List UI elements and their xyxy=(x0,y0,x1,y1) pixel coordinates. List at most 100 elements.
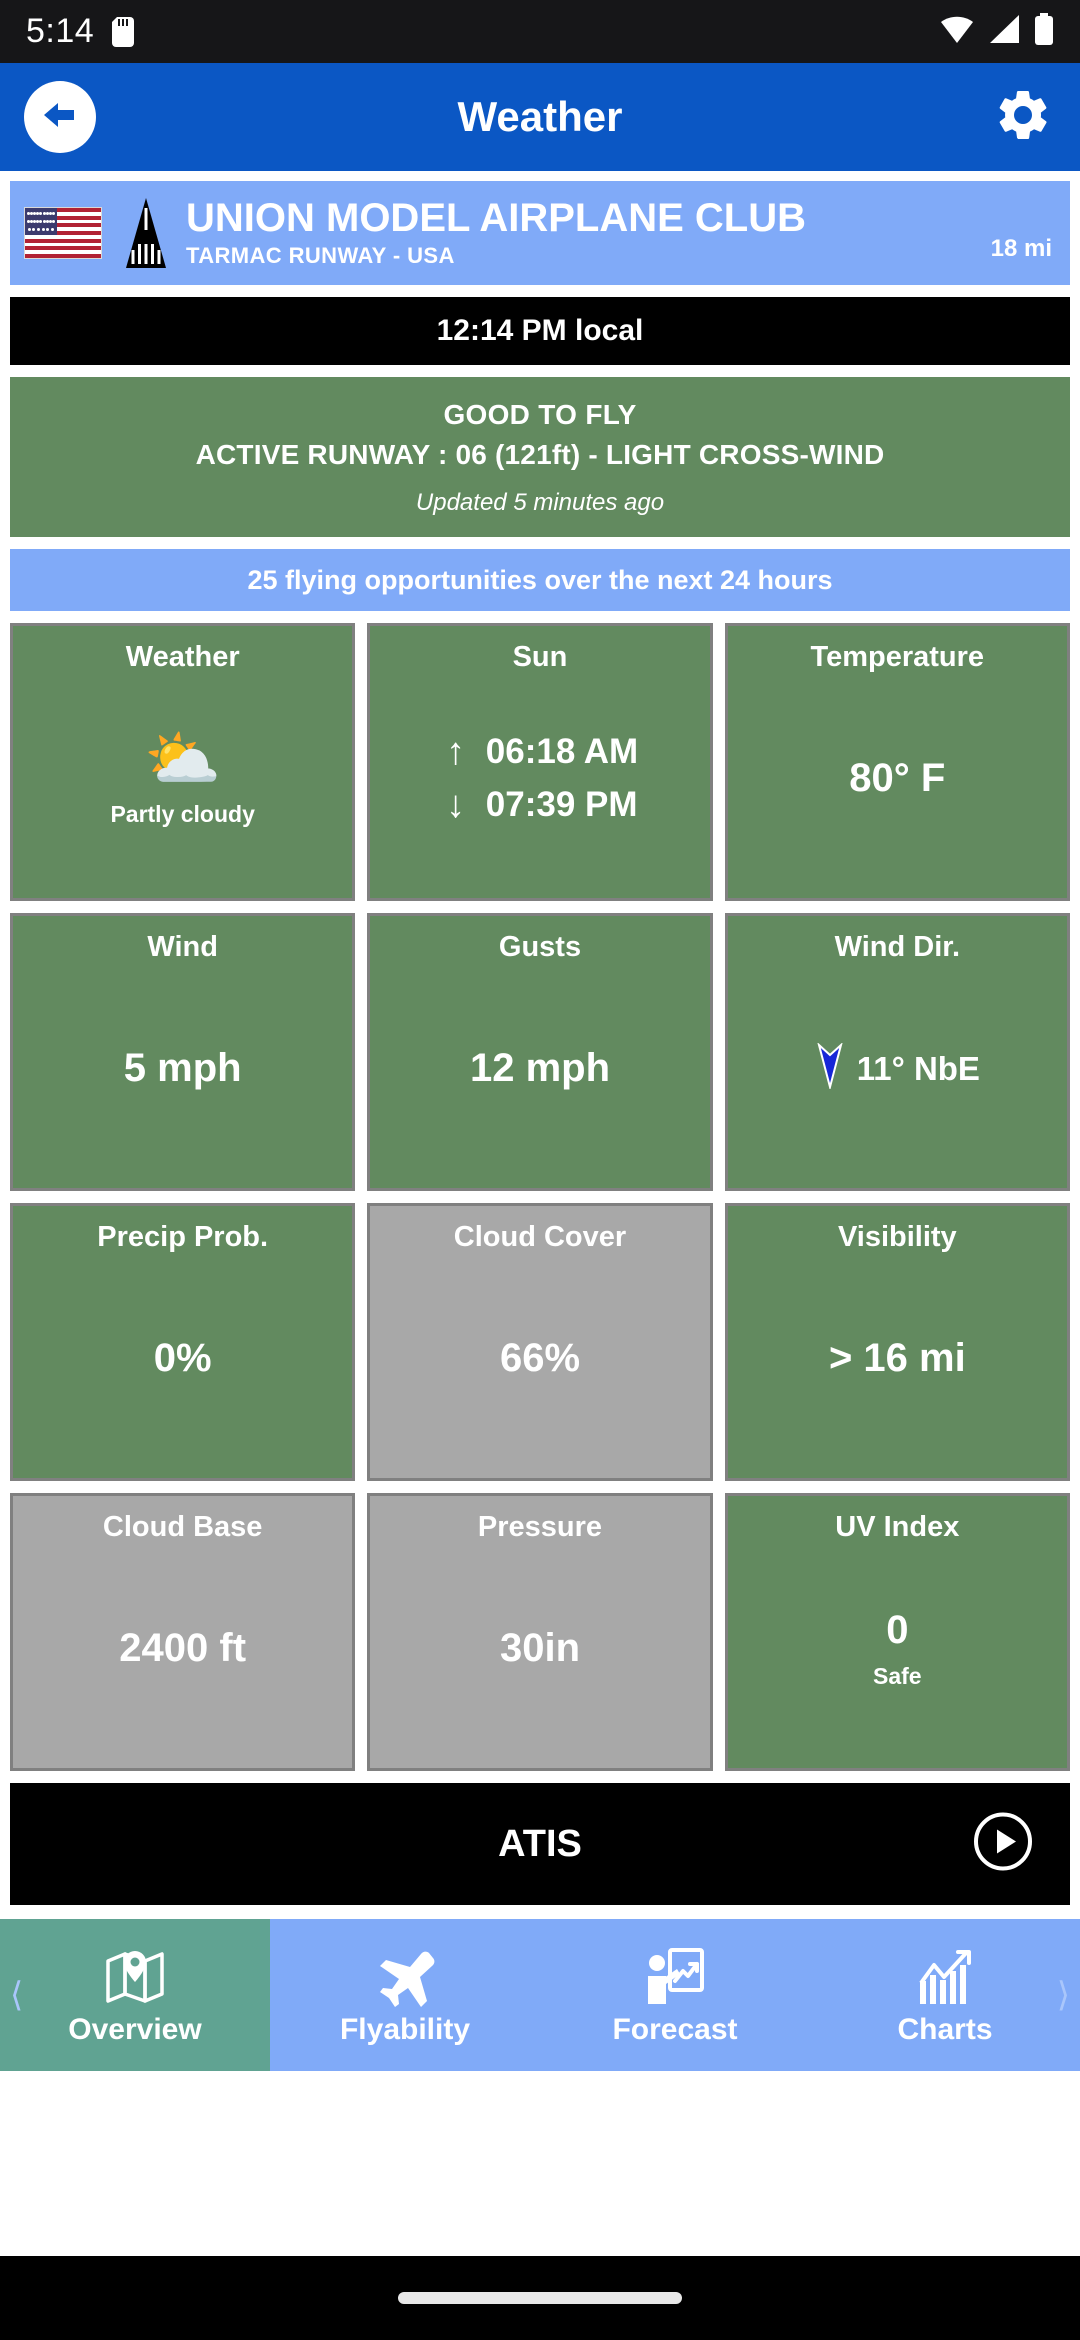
tile-body: ↑ 06:18 AM ↓ 07:39 PM xyxy=(376,674,703,884)
tile-title: Wind xyxy=(147,931,218,963)
settings-button[interactable] xyxy=(990,84,1056,150)
bar-chart-icon xyxy=(914,1943,976,2007)
tile-title: Visibility xyxy=(837,1221,957,1253)
tile-value: 30in xyxy=(499,1626,581,1671)
presenter-icon xyxy=(644,1943,706,2007)
tile-body: 2400 ft xyxy=(19,1544,346,1754)
tile-sun[interactable]: Sun ↑ 06:18 AM ↓ 07:39 PM xyxy=(367,623,713,901)
tile-title: UV Index xyxy=(835,1511,960,1543)
tile-title: Pressure xyxy=(477,1511,603,1543)
tile-cloud-cover[interactable]: Cloud Cover 66% xyxy=(367,1203,713,1481)
local-time-text: 12:14 PM local xyxy=(436,314,644,347)
usa-flag-icon xyxy=(24,207,102,259)
tile-row: Precip Prob. 0% Cloud Cover 66% Visibili… xyxy=(10,1203,1070,1481)
tile-value: 80° F xyxy=(849,756,946,801)
status-detail: ACTIVE RUNWAY : 06 (121ft) - LIGHT CROSS… xyxy=(195,439,885,470)
tile-value: > 16 mi xyxy=(828,1336,966,1381)
tile-body: > 16 mi xyxy=(734,1254,1061,1464)
nav-label: Flyability xyxy=(339,2013,471,2046)
map-pin-icon xyxy=(104,1943,166,2007)
nav-item-overview[interactable]: Overview xyxy=(0,1919,270,2071)
tile-row: Cloud Base 2400 ft Pressure 30in UV Inde… xyxy=(10,1493,1070,1771)
tile-body: ⛅ Partly cloudy xyxy=(19,674,346,884)
runway-icon xyxy=(118,198,174,268)
tile-value: 0% xyxy=(153,1336,212,1381)
tile-wind[interactable]: Wind 5 mph xyxy=(10,913,356,1191)
club-name: UNION MODEL AIRPLANE CLUB xyxy=(186,197,806,239)
tile-pressure[interactable]: Pressure 30in xyxy=(367,1493,713,1771)
sunset-row: ↓ 07:39 PM xyxy=(442,784,638,827)
tile-body: 12 mph xyxy=(376,964,703,1174)
tile-body: 5 mph xyxy=(19,964,346,1174)
nav-label: Forecast xyxy=(612,2013,738,2046)
tile-value: 0 xyxy=(886,1607,909,1652)
sd-card-icon xyxy=(112,16,135,47)
tile-temperature[interactable]: Temperature 80° F xyxy=(724,623,1070,901)
nav-item-charts[interactable]: Charts xyxy=(810,1919,1080,2071)
tile-subvalue: Safe xyxy=(873,1662,922,1689)
tile-title: Sun xyxy=(512,641,568,673)
tile-uv-index[interactable]: UV Index 0 Safe xyxy=(724,1493,1070,1771)
club-subtitle: TARMAC RUNWAY - USA xyxy=(186,243,455,268)
sunset-time: 07:39 PM xyxy=(485,785,638,825)
tile-title: Gusts xyxy=(498,931,582,963)
tile-body: 66% xyxy=(376,1254,703,1464)
local-time-bar: 12:14 PM local xyxy=(10,297,1070,365)
airplane-icon xyxy=(374,1943,436,2007)
tile-body: 80° F xyxy=(734,674,1061,884)
tile-title: Cloud Cover xyxy=(453,1221,627,1253)
nav-item-flyability[interactable]: Flyability xyxy=(270,1919,540,2071)
sunrise-time: 06:18 AM xyxy=(485,732,639,772)
chevron-right-icon[interactable]: ⟩ xyxy=(1057,1975,1070,2015)
flying-opportunities-banner[interactable]: 25 flying opportunities over the next 24… xyxy=(10,549,1070,611)
partly-cloudy-icon: ⛅ xyxy=(144,725,222,795)
tile-wind-direction[interactable]: Wind Dir. 11° NbE xyxy=(724,913,1070,1191)
tile-body: 0 Safe xyxy=(734,1544,1061,1754)
tile-subvalue: Partly cloudy xyxy=(110,801,255,828)
system-status-bar: 5:14 xyxy=(0,0,1080,63)
main-content: UNION MODEL AIRPLANE CLUB TARMAC RUNWAY … xyxy=(0,181,1080,1905)
atis-label: ATIS xyxy=(498,1822,582,1865)
play-button[interactable] xyxy=(972,1811,1034,1878)
gear-icon xyxy=(993,85,1053,150)
wind-direction-arrow-icon xyxy=(815,1042,845,1094)
tile-gusts[interactable]: Gusts 12 mph xyxy=(367,913,713,1191)
back-button[interactable] xyxy=(24,81,96,153)
tile-value: 12 mph xyxy=(469,1046,611,1091)
nav-label: Overview xyxy=(68,2013,202,2046)
tile-weather[interactable]: Weather ⛅ Partly cloudy xyxy=(10,623,356,901)
app-bar: Weather xyxy=(0,63,1080,171)
nav-label: Charts xyxy=(897,2013,993,2046)
flight-status-card[interactable]: GOOD TO FLY ACTIVE RUNWAY : 06 (121ft) -… xyxy=(10,377,1070,537)
club-distance: 18 mi xyxy=(990,235,1052,262)
flying-opportunities-text: 25 flying opportunities over the next 24… xyxy=(247,564,833,595)
tile-body: 0% xyxy=(19,1254,346,1464)
arrow-up-icon: ↑ xyxy=(446,730,466,773)
status-updated: Updated 5 minutes ago xyxy=(415,489,665,516)
tile-body: 11° NbE xyxy=(734,964,1061,1174)
chevron-left-icon[interactable]: ⟨ xyxy=(10,1975,23,2015)
tile-title: Weather xyxy=(125,641,240,673)
home-indicator[interactable] xyxy=(398,2292,682,2304)
tile-value: 11° NbE xyxy=(856,1049,980,1087)
app-screen: 5:14 Weather UNION MODEL AIRPLANE CLUB T… xyxy=(0,0,1080,2340)
nav-item-forecast[interactable]: Forecast xyxy=(540,1919,810,2071)
tile-value: 2400 ft xyxy=(119,1626,247,1671)
tile-title: Wind Dir. xyxy=(834,931,961,963)
tile-cloud-base[interactable]: Cloud Base 2400 ft xyxy=(10,1493,356,1771)
arrow-down-icon: ↓ xyxy=(446,783,466,826)
battery-icon xyxy=(1034,13,1054,50)
status-headline: GOOD TO FLY xyxy=(443,399,637,430)
tile-precip-probability[interactable]: Precip Prob. 0% xyxy=(10,1203,356,1481)
tile-value: 5 mph xyxy=(123,1046,242,1091)
club-header-card[interactable]: UNION MODEL AIRPLANE CLUB TARMAC RUNWAY … xyxy=(10,181,1070,285)
status-bar-indicators xyxy=(940,13,1054,50)
tile-value: 66% xyxy=(499,1336,581,1381)
atis-bar[interactable]: ATIS xyxy=(10,1783,1070,1905)
sunrise-row: ↑ 06:18 AM xyxy=(442,731,638,774)
tile-title: Temperature xyxy=(810,641,985,673)
tile-visibility[interactable]: Visibility > 16 mi xyxy=(724,1203,1070,1481)
tile-title: Cloud Base xyxy=(102,1511,263,1543)
system-navigation-bar xyxy=(0,2256,1080,2340)
status-bar-clock: 5:14 xyxy=(26,12,95,50)
